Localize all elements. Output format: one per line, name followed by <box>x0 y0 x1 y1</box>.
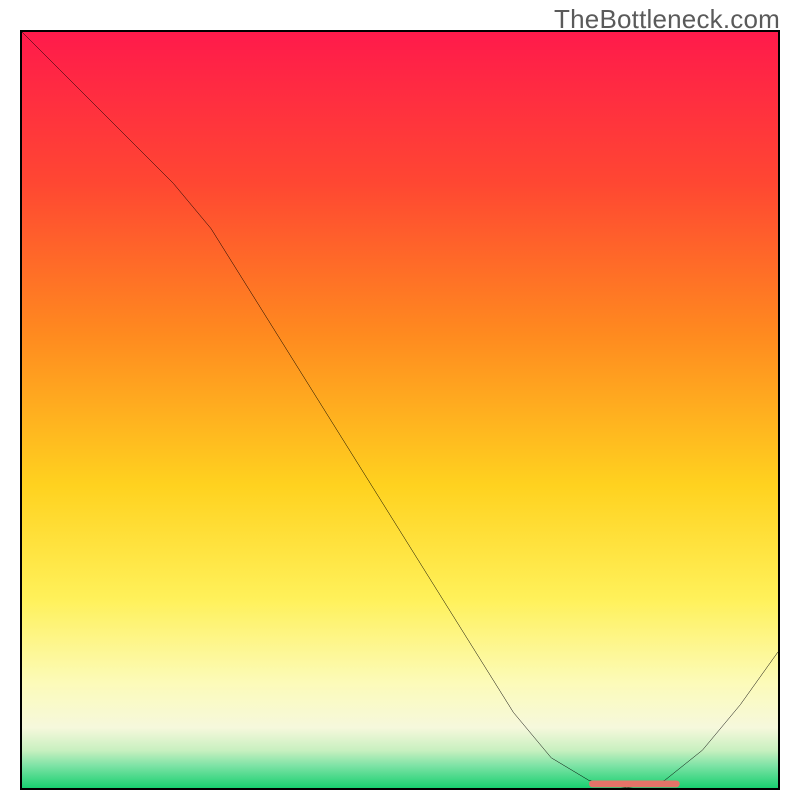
watermark-text: TheBottleneck.com <box>554 4 780 35</box>
plot-area <box>20 30 780 790</box>
flat-region-marker <box>589 780 680 787</box>
chart-svg <box>22 32 778 788</box>
chart-frame: TheBottleneck.com <box>0 0 800 800</box>
